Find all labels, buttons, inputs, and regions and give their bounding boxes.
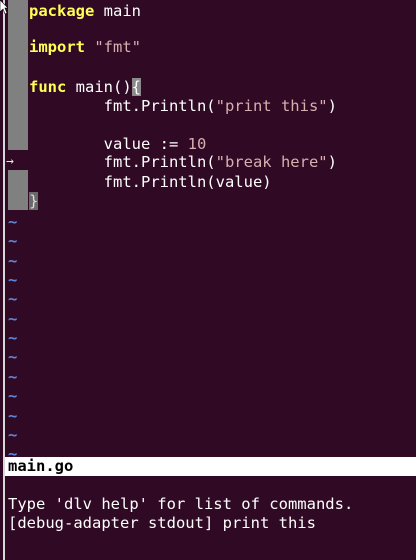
keyword: import bbox=[29, 38, 85, 56]
string-literal: "fmt" bbox=[94, 38, 142, 56]
code-line-3[interactable]: import "fmt" bbox=[29, 37, 141, 57]
code-text: main bbox=[94, 2, 141, 20]
terminal-window[interactable]: package main import "fmt" func main(){ f… bbox=[0, 0, 416, 560]
number-literal: 10 bbox=[187, 135, 207, 153]
string-literal: "print this" bbox=[215, 97, 328, 115]
empty-line-tilde: ~ bbox=[8, 329, 18, 348]
empty-line-tilde: ~ bbox=[8, 251, 18, 270]
code-text: fmt.Println( bbox=[103, 97, 216, 115]
status-filename: main.go bbox=[8, 457, 74, 475]
code-text: value := bbox=[103, 135, 188, 153]
status-line: main.go bbox=[5, 457, 416, 476]
empty-line-tilde: ~ bbox=[8, 406, 18, 425]
empty-line-tilde: ~ bbox=[8, 367, 18, 386]
code-text: ) bbox=[327, 153, 337, 171]
string-literal: "break here" bbox=[215, 153, 328, 171]
message-line-1: Type 'dlv help' for list of commands. bbox=[8, 495, 354, 513]
sign-column bbox=[8, 170, 28, 210]
matched-brace-close: } bbox=[29, 192, 39, 210]
code-line-8[interactable]: value := 10 bbox=[29, 134, 207, 154]
matched-brace-open: { bbox=[131, 78, 141, 96]
empty-line-tilde: ~ bbox=[8, 213, 18, 231]
code-line-6[interactable]: fmt.Println("print this") bbox=[29, 96, 337, 116]
empty-line-tilde: ~ bbox=[8, 232, 18, 251]
empty-line-tilde: ~ bbox=[8, 309, 18, 328]
code-text: fmt.Println(value) bbox=[103, 173, 272, 191]
empty-line-tilde: ~ bbox=[8, 348, 18, 367]
code-line-1[interactable]: package main bbox=[29, 1, 141, 21]
code-text: fmt.Println( bbox=[103, 153, 216, 171]
code-line-5[interactable]: func main(){ bbox=[29, 77, 141, 97]
code-text: ) bbox=[327, 97, 337, 115]
breakpoint-arrow-icon[interactable]: → bbox=[6, 152, 22, 172]
keyword: func bbox=[29, 78, 67, 96]
empty-line-tilde: ~ bbox=[8, 271, 18, 290]
keyword: package bbox=[29, 2, 95, 20]
code-line-11[interactable]: } bbox=[29, 191, 39, 211]
empty-line-tilde: ~ bbox=[8, 290, 18, 309]
mouse-cursor-icon bbox=[0, 0, 8, 14]
window-left-border bbox=[3, 0, 5, 560]
code-line-10[interactable]: fmt.Println(value) bbox=[29, 172, 272, 192]
message-line-2: [debug-adapter stdout] print this bbox=[8, 514, 316, 532]
sign-column bbox=[8, 0, 28, 150]
empty-line-tilde: ~ bbox=[8, 425, 18, 444]
empty-line-tilde: ~ bbox=[8, 387, 18, 406]
code-text: main() bbox=[66, 78, 132, 96]
code-line-9[interactable]: fmt.Println("break here") bbox=[29, 152, 337, 172]
